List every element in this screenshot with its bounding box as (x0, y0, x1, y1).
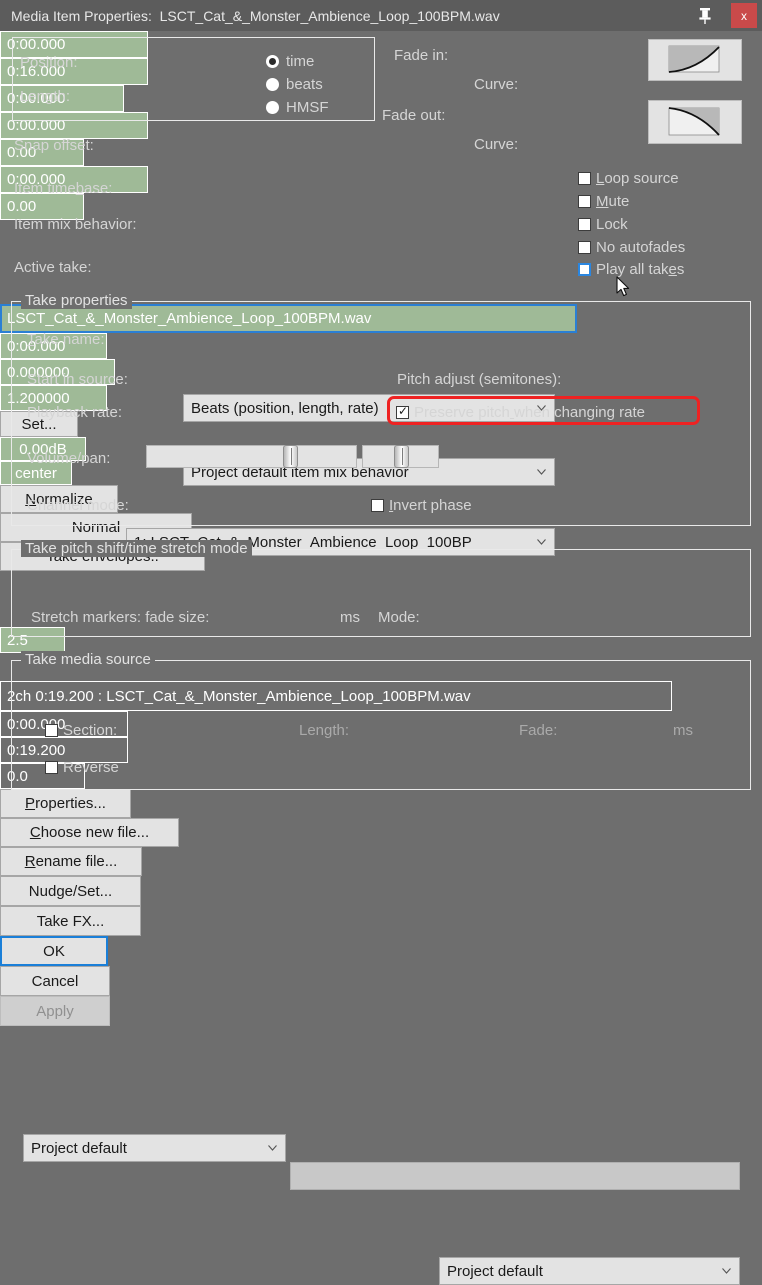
lock-label: Lock (596, 216, 628, 233)
section-fade-label: Fade: (519, 722, 558, 739)
take-name-label-text: Take name: (27, 331, 105, 348)
loop-source-label: Loop source (596, 170, 679, 187)
no-autofades-label: No autofades (596, 239, 686, 256)
close-button[interactable]: x (731, 3, 757, 28)
volume-pan-label: Volume/pan: (27, 450, 111, 467)
section-length-label: Length: (299, 722, 350, 739)
choose-new-file-button[interactable]: Choose new file... (0, 818, 179, 847)
preserve-pitch-checkbox-box[interactable]: ✓ (396, 404, 409, 419)
radio-beats-indicator[interactable] (266, 78, 279, 91)
loop-source-checkbox-box[interactable] (578, 172, 591, 185)
mouse-cursor (616, 276, 631, 302)
fade-out-shape-button[interactable] (648, 100, 742, 144)
pan-slider[interactable] (362, 445, 439, 468)
window-title-file: LSCT_Cat_&_Monster_Ambience_Loop_100BPM.… (159, 7, 500, 24)
length-label: Length: (20, 88, 71, 105)
properties-button[interactable]: Properties... (0, 789, 131, 818)
lock-checkbox-box[interactable] (578, 218, 591, 231)
mute-checkbox-box[interactable] (578, 195, 591, 208)
item-mix-behavior-label: Item mix behavior: (14, 216, 137, 233)
checkbox-reverse[interactable]: Reverse (45, 759, 119, 776)
invert-phase-checkbox-box[interactable] (371, 499, 384, 512)
position-label: Position: (20, 54, 78, 71)
pitch-shift-mode-combo[interactable]: Project default (23, 1134, 286, 1162)
checkbox-loop-source[interactable]: Loop source (578, 170, 679, 187)
stretch-mode-label: Mode: (378, 609, 420, 626)
chevron-down-icon (722, 1268, 731, 1274)
timebase-radio-hmsf[interactable]: HMSF (266, 99, 329, 116)
stretch-ms-label: ms (340, 609, 360, 626)
radio-hmsf-label: HMSF (286, 99, 329, 116)
checkbox-preserve-pitch[interactable]: ✓ Preserve pitch when changing rate (396, 404, 645, 421)
no-autofades-checkbox-box[interactable] (578, 241, 591, 254)
section-ms-label: ms (673, 722, 693, 739)
checkbox-mute[interactable]: Mute (578, 193, 629, 210)
stretch-mode-value: Project default (447, 1262, 543, 1280)
properties-button-label: Properties... (25, 795, 106, 812)
section-checkbox-box[interactable] (45, 724, 58, 737)
timebase-radio-time[interactable]: time (266, 53, 314, 70)
fade-in-shape-button[interactable] (648, 39, 742, 81)
stretch-markers-label: Stretch markers: fade size: (31, 609, 210, 626)
title-bar: Media Item Properties: LSCT_Cat_&_Monste… (0, 0, 762, 31)
radio-time-label: time (286, 53, 315, 70)
checkbox-lock[interactable]: Lock (578, 216, 628, 233)
chevron-down-icon (268, 1145, 277, 1151)
rename-file-button[interactable]: Rename file... (0, 847, 142, 876)
nudge-set-button[interactable]: Nudge/Set... (0, 876, 141, 906)
pitch-adjust-label: Pitch adjust (semitones): (397, 371, 562, 388)
fade-out-curve-icon (668, 107, 720, 136)
take-media-source-group: Take media source (11, 651, 751, 790)
pushpin-icon[interactable] (696, 6, 714, 25)
cancel-button[interactable]: Cancel (0, 966, 110, 996)
fade-out-curve-label: Curve: (474, 136, 519, 153)
item-timebase-label-text: Item timebase: (14, 180, 113, 197)
radio-beats-label: beats (286, 76, 323, 93)
pan-slider-handle[interactable] (394, 445, 409, 468)
checkbox-section[interactable]: Section: (45, 722, 117, 739)
reverse-checkbox-box[interactable] (45, 761, 58, 774)
volume-slider-handle[interactable] (283, 445, 298, 468)
channel-mode-label: Channel mode: (27, 497, 129, 514)
fade-in-curve-icon (668, 45, 720, 73)
reverse-label: Reverse (63, 759, 119, 776)
play-all-takes-checkbox-box[interactable] (578, 263, 591, 276)
volume-slider[interactable] (146, 445, 357, 468)
take-properties-group-label: Take properties (21, 292, 132, 309)
take-name-label: Take name: (27, 331, 105, 348)
checkbox-invert-phase[interactable]: Invert phase (371, 497, 472, 514)
take-fx-button[interactable]: Take FX... (0, 906, 141, 936)
chevron-down-icon (537, 539, 546, 545)
invert-phase-label: Invert phase (389, 497, 472, 514)
fade-out-label: Fade out: (382, 107, 446, 124)
check-mark-icon: ✓ (398, 404, 409, 418)
window-title-prefix: Media Item Properties: (11, 7, 152, 24)
section-label: Section: (63, 722, 118, 739)
play-all-takes-label: Play all takes (596, 261, 685, 278)
pitch-shift-mode-value: Project default (31, 1139, 127, 1157)
timebase-radio-beats[interactable]: beats (266, 76, 323, 93)
checkbox-no-autofades[interactable]: No autofades (578, 239, 685, 256)
rename-file-button-label: Rename file... (24, 853, 118, 870)
fade-in-label: Fade in: (394, 47, 449, 64)
fade-in-curve-label: Curve: (474, 76, 519, 93)
playback-rate-label: Playback rate: (27, 404, 123, 421)
item-timebase-label: Item timebase: (14, 180, 112, 197)
active-take-label: Active take: (14, 259, 92, 276)
radio-time-indicator[interactable] (266, 55, 279, 68)
ok-button[interactable]: OK (0, 936, 108, 966)
apply-button: Apply (0, 996, 110, 1026)
checkbox-play-all-takes[interactable]: Play all takes (578, 261, 684, 278)
preserve-pitch-label: Preserve pitch when changing rate (414, 404, 645, 421)
pitch-shift-submode-combo[interactable] (290, 1162, 740, 1190)
pitch-shift-group-label: Take pitch shift/time stretch mode (21, 540, 252, 557)
mute-label: Mute (596, 193, 630, 210)
snap-offset-label: Snap offset: (14, 137, 94, 154)
take-media-source-group-label: Take media source (21, 651, 155, 668)
start-in-source-label: Start in source: (27, 371, 128, 388)
choose-new-file-button-label: Choose new file... (29, 824, 150, 841)
radio-hmsf-indicator[interactable] (266, 101, 279, 114)
window-title: Media Item Properties: LSCT_Cat_&_Monste… (0, 8, 500, 24)
stretch-mode-combo[interactable]: Project default (439, 1257, 740, 1285)
